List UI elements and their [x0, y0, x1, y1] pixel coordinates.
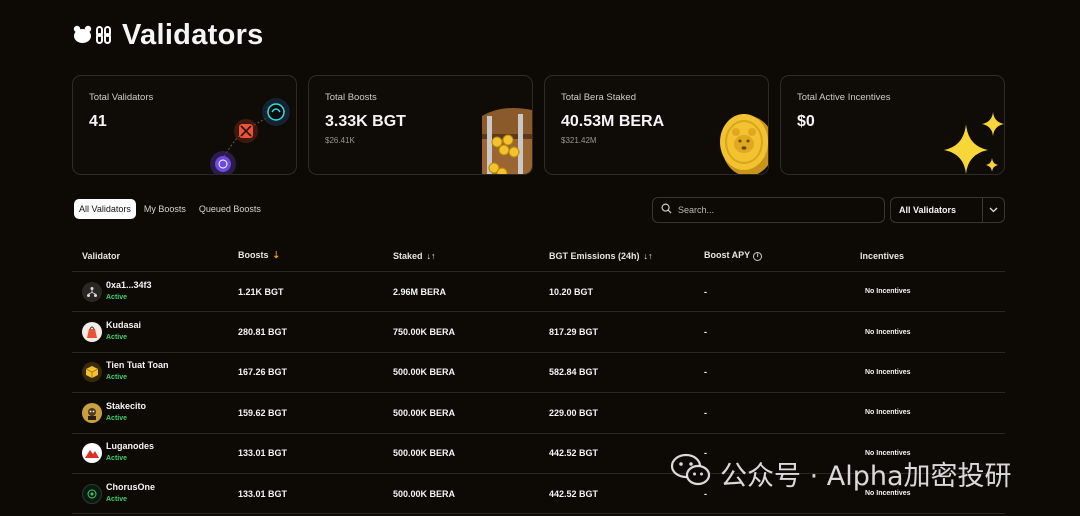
- validator-name: Stakecito: [106, 400, 147, 411]
- validator-cell: Stakecito Active: [72, 401, 228, 425]
- emissions-cell: 10.20 BGT: [549, 286, 594, 297]
- validator-name: 0xa1...34f3: [106, 279, 152, 290]
- emissions-cell: 229.00 BGT: [549, 407, 599, 418]
- validator-name: Kudasai: [106, 320, 142, 331]
- sort-icon[interactable]: ↓↑: [644, 251, 653, 261]
- table-header: Validator Boosts ⇣ Staked ↓↑ BGT Emissions…: [72, 240, 1005, 272]
- bear-coin-icon: [678, 76, 768, 174]
- info-icon[interactable]: i: [753, 251, 763, 261]
- validator-cell: Kudasai Active: [72, 320, 228, 344]
- staked-cell: 500.00K BERA: [393, 448, 456, 459]
- apy-cell: -: [704, 367, 707, 378]
- boosts-cell: 1.21K BGT: [238, 286, 284, 297]
- validator-avatar-cube-icon: [82, 362, 102, 383]
- stat-card-total-bera-staked: Total Bera Staked 40.53M BERA $321.42M: [544, 75, 769, 175]
- table-row[interactable]: Kudasai Active 280.81 BGT 750.00K BERA 81…: [72, 312, 1005, 353]
- staked-cell: 500.00K BERA: [393, 407, 456, 418]
- select-value: All Validators: [899, 205, 957, 215]
- validator-cell: Luganodes Active: [72, 441, 228, 465]
- col-header-bgt-emissions[interactable]: BGT Emissions (24h) ↓↑: [539, 251, 694, 261]
- table-row[interactable]: 0xa1...34f3 Active 1.21K BGT 2.96M BERA 1…: [72, 272, 1005, 313]
- col-header-boost-apy: Boost APY i: [694, 250, 850, 261]
- incentives-cell: No Incentives: [865, 409, 911, 417]
- status-badge: Active: [106, 495, 128, 503]
- boosts-cell: 159.62 BGT: [238, 407, 288, 418]
- status-badge: Active: [106, 334, 128, 342]
- tab-all-validators[interactable]: All Validators: [74, 199, 136, 219]
- stat-card-total-active-incentives: Total Active Incentives $0: [780, 75, 1005, 175]
- validator-avatar-stakecito-icon: [82, 402, 102, 423]
- incentives-cell: No Incentives: [865, 288, 911, 296]
- table-row[interactable]: Stakecito Active 159.62 BGT 500.00K BERA …: [72, 393, 1005, 434]
- search-input[interactable]: [678, 205, 868, 215]
- validator-avatar-mountain-icon: [82, 443, 102, 464]
- status-badge: Active: [106, 414, 128, 422]
- validator-avatar-kudasai-icon: [82, 322, 102, 343]
- staked-cell: 2.96M BERA: [393, 286, 447, 297]
- col-header-boosts[interactable]: Boosts ⇣: [228, 250, 383, 261]
- watermark-text: 公众号 · Alpha加密投研: [720, 461, 1012, 492]
- apy-cell: -: [704, 407, 707, 418]
- validator-name: Luganodes: [106, 441, 155, 452]
- emissions-cell: 582.84 BGT: [549, 367, 599, 378]
- stat-card-total-boosts: Total Boosts 3.33K BGT $26.41K: [308, 75, 533, 175]
- tab-my-boosts[interactable]: My Boosts: [139, 199, 191, 219]
- chevron-down-icon[interactable]: [982, 198, 1004, 222]
- search-icon: [661, 201, 672, 219]
- boosts-cell: 133.01 BGT: [238, 488, 288, 499]
- status-badge: Active: [106, 293, 128, 301]
- col-header-label: BGT Emissions (24h): [549, 250, 640, 261]
- validator-avatar-chorus-icon: [82, 483, 102, 504]
- validator-network-illustration-icon: [206, 76, 296, 174]
- staked-cell: 500.00K BERA: [393, 488, 456, 499]
- search-box[interactable]: [652, 197, 885, 223]
- treasure-chest-icon: [442, 76, 532, 174]
- validator-name: Tien Tuat Toan: [106, 360, 169, 371]
- wechat-watermark: 公众号 · Alpha加密投研: [670, 452, 1012, 495]
- col-header-label: Boost APY: [704, 250, 751, 261]
- incentives-cell: No Incentives: [865, 368, 911, 376]
- validator-name: ChorusOne: [106, 481, 156, 492]
- col-header-validator: Validator: [82, 250, 121, 261]
- col-header-label: Staked: [393, 250, 423, 261]
- validator-cell: ChorusOne Active: [72, 482, 228, 506]
- validator-filter-select[interactable]: All Validators: [890, 197, 1005, 223]
- apy-cell: -: [704, 327, 707, 338]
- incentives-cell: No Incentives: [865, 328, 911, 336]
- validator-tabs: All Validators My Boosts Queued Boosts: [74, 199, 266, 219]
- page-title: Validators: [122, 18, 264, 51]
- table-row[interactable]: Tien Tuat Toan Active 167.26 BGT 500.00K …: [72, 353, 1005, 394]
- validator-cell: 0xa1...34f3 Active: [72, 280, 228, 304]
- col-header-label: Boosts: [238, 250, 269, 260]
- page-header: Validators: [72, 16, 264, 54]
- col-header-staked[interactable]: Staked ↓↑: [383, 251, 539, 261]
- staked-cell: 500.00K BERA: [393, 367, 456, 378]
- emissions-cell: 817.29 BGT: [549, 327, 599, 338]
- wechat-logo-icon: [670, 452, 712, 495]
- validator-cell: Tien Tuat Toan Active: [72, 360, 228, 384]
- boosts-cell: 167.26 BGT: [238, 367, 288, 378]
- staked-cell: 750.00K BERA: [393, 327, 456, 338]
- status-badge: Active: [106, 374, 128, 382]
- sort-desc-icon[interactable]: ⇣: [273, 250, 281, 261]
- apy-cell: -: [704, 286, 707, 297]
- boosts-cell: 280.81 BGT: [238, 327, 288, 338]
- sparkles-icon: [914, 76, 1004, 174]
- stat-card-total-validators: Total Validators 41: [72, 75, 297, 175]
- stats-row: Total Validators 41 Total Boosts 3.33K B…: [72, 75, 1005, 175]
- col-header-incentives: Incentives: [860, 250, 905, 261]
- status-badge: Active: [106, 455, 128, 463]
- tab-queued-boosts[interactable]: Queued Boosts: [194, 199, 266, 219]
- sort-icon[interactable]: ↓↑: [427, 251, 436, 261]
- bear-chain-logo-icon: [72, 20, 118, 50]
- validator-avatar-network-icon: [82, 281, 102, 302]
- boosts-cell: 133.01 BGT: [238, 448, 288, 459]
